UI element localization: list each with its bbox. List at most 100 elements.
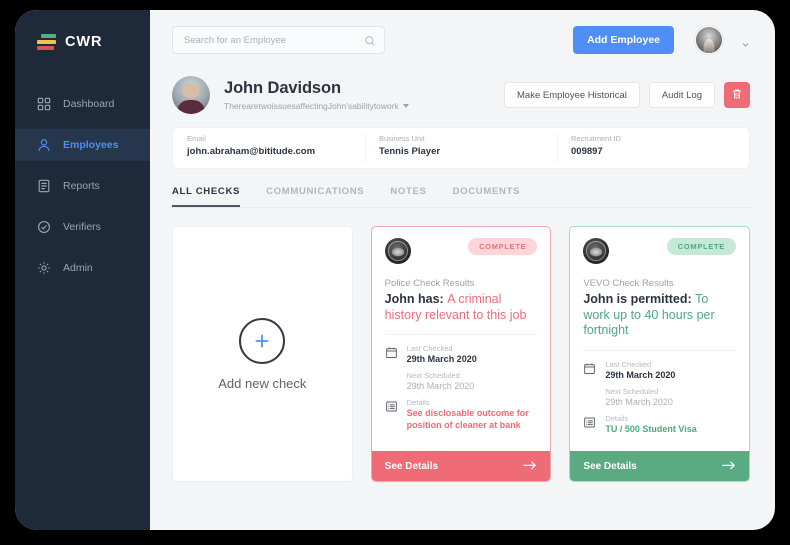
tab-bar: ALL CHECKS COMMUNICATIONS NOTES DOCUMENT… [172,186,750,208]
info-value: john.abraham@bititude.com [187,146,316,157]
check-dates-col: Last Checked 29th March 2020 Next Schedu… [407,344,538,398]
employee-meta: John Davidson Therearetwoissuesaffecting… [224,79,409,111]
employee-subtitle-text: TherearetwoissuesaffectingJohn'sabilityt… [224,101,399,111]
calendar-icon [385,344,398,398]
last-checked-value: 29th March 2020 [605,369,676,380]
info-label: Email [187,134,206,143]
list-icon [385,398,398,431]
trash-icon [731,88,743,103]
search-input[interactable] [172,26,385,54]
check-details-row: Details TU / 500 Student Visa [583,414,736,436]
audit-log-button[interactable]: Audit Log [648,82,715,108]
sidebar-item-dashboard[interactable]: Dashboard [15,88,150,120]
check-headline: John has: A criminal history relevant to… [385,292,538,323]
calendar-icon [583,360,596,414]
check-dates-row: Last Checked 29th March 2020 Next Schedu… [385,344,538,398]
info-cell-email: Email john.abraham@bititude.com [173,128,365,168]
sidebar-item-label: Admin [63,262,93,274]
sidebar-item-label: Verifiers [63,221,101,233]
check-details-row: Details See disclosable outcome for posi… [385,398,538,431]
info-value: 009897 [571,146,603,157]
check-headline-prefix: John has: [384,292,444,306]
check-details-col: Details TU / 500 Student Visa [605,414,736,436]
next-scheduled-block: Next Scheduled 29th March 2020 [605,387,736,407]
app-window: CWR Dashboard Employees Reports Verifier… [15,10,775,530]
police-emblem-icon [384,238,411,264]
list-icon [583,414,596,436]
info-value: Tennis Player [379,146,441,157]
make-employee-historical-button[interactable]: Make Employee Historical [504,82,640,108]
last-checked-block: Last Checked 29th March 2020 [605,360,736,380]
check-kind-label: Police Check Results [384,278,475,289]
last-checked-label: Last Checked [605,359,652,369]
tab-all-checks[interactable]: ALL CHECKS [172,186,241,207]
arrow-right-icon [722,461,736,471]
employee-subtitle[interactable]: TherearetwoissuesaffectingJohn'sabilityt… [224,101,409,111]
avatar[interactable] [695,26,723,54]
tab-communications[interactable]: COMMUNICATIONS [266,186,364,207]
check-dates-row: Last Checked 29th March 2020 Next Schedu… [583,360,736,414]
see-details-label: See Details [583,460,637,472]
next-scheduled-value: 29th March 2020 [406,381,475,391]
employee-actions: Make Employee Historical Audit Log [504,82,750,108]
check-card-police[interactable]: COMPLETE Police Check Results John has: … [370,226,552,482]
divider [583,349,737,351]
employee-info-strip: Email john.abraham@bititude.com Business… [172,127,750,169]
check-details-col: Details See disclosable outcome for posi… [407,398,538,431]
main-area: Add Employee John Davidson Therearetwois… [150,10,775,530]
vevo-emblem-icon [583,238,610,264]
details-value: See disclosable outcome for position of … [406,408,529,430]
brand-name: CWR [65,34,103,50]
info-label: Recruitment ID [571,134,622,143]
sidebar-item-label: Dashboard [63,98,115,110]
divider [384,334,538,335]
sidebar-item-verifiers[interactable]: Verifiers [15,211,150,243]
sidebar-item-reports[interactable]: Reports [15,170,150,202]
delete-employee-button[interactable] [724,82,750,108]
sidebar-item-label: Reports [63,180,100,192]
tab-documents[interactable]: DOCUMENTS [453,186,521,207]
checks-card-grid: Add new check COMPLETE Police Check Resu… [172,226,751,482]
next-scheduled-value: 29th March 2020 [605,396,673,407]
last-checked-value: 29th March 2020 [406,354,477,364]
see-details-button[interactable]: See Details [371,451,551,481]
plus-icon [239,317,286,364]
brand-logo[interactable]: CWR [15,28,150,50]
content-area: John Davidson Therearetwoissuesaffecting… [150,70,775,530]
bars-logo-icon [37,34,56,50]
see-details-label: See Details [384,460,439,472]
check-dates-col: Last Checked 29th March 2020 Next Schedu… [605,360,736,414]
check-headline: John is permitted: To work up to 40 hour… [583,292,736,339]
details-label: Details [605,413,629,423]
check-kind-label: VEVO Check Results [583,278,674,289]
check-card-top: COMPLETE [583,238,737,264]
status-badge: COMPLETE [666,238,737,255]
next-scheduled-label: Next Scheduled [406,371,460,380]
user-icon [37,138,51,152]
last-checked-label: Last Checked [406,344,453,353]
info-cell-recruitment-id: Recruitment ID 009897 [557,128,749,168]
add-employee-button[interactable]: Add Employee [573,26,674,54]
status-badge: COMPLETE [468,238,538,255]
see-details-button[interactable]: See Details [570,451,750,481]
check-card-vevo[interactable]: COMPLETE VEVO Check Results John is perm… [569,226,751,482]
search-box[interactable] [172,26,385,54]
tab-notes[interactable]: NOTES [390,186,426,207]
chevron-down-icon[interactable] [741,36,750,47]
employee-avatar [172,76,210,114]
add-new-check-card[interactable]: Add new check [172,226,353,482]
sidebar-item-admin[interactable]: Admin [15,252,150,284]
topbar: Add Employee [150,10,775,70]
sidebar-item-label: Employees [63,139,119,151]
next-scheduled-label: Next Scheduled [605,386,659,396]
gear-icon [37,261,51,275]
details-value: TU / 500 Student Visa [605,423,697,434]
details-label: Details [406,398,430,407]
sidebar-item-employees[interactable]: Employees [15,129,150,161]
sidebar: CWR Dashboard Employees Reports Verifier… [15,10,150,530]
document-icon [37,179,51,193]
add-new-check-label: Add new check [218,375,307,391]
sidebar-nav: Dashboard Employees Reports Verifiers Ad… [15,88,150,284]
next-scheduled-block: Next Scheduled 29th March 2020 [407,371,538,391]
check-card-body: COMPLETE Police Check Results John has: … [372,227,551,451]
